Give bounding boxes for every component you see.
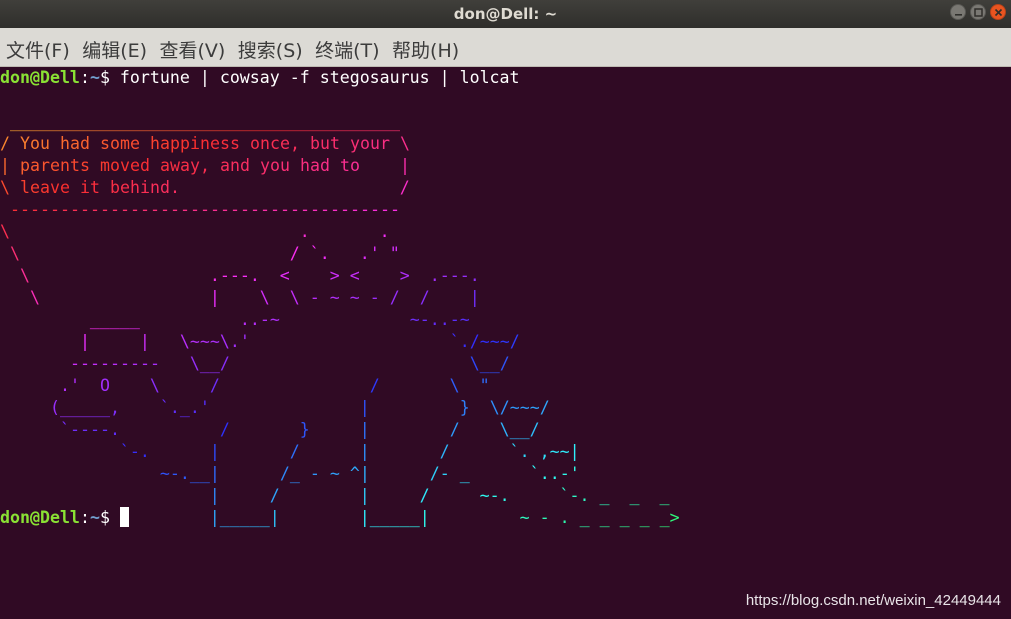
- output-line: | | \~~~\.' `./~~~/: [79, 332, 520, 351]
- prompt-colon: :: [79, 68, 90, 87]
- output-line: (_____, `._.' | } \/~~~/: [49, 398, 550, 417]
- output-line: .' O \ / / \ ": [59, 376, 490, 395]
- output-line: `----. / } | / \__/: [59, 420, 540, 439]
- output-line: | / | / ~-. `-. _ _ _: [209, 486, 670, 505]
- output-line: _____ ..-~ ~-..-~: [89, 310, 470, 329]
- output-line: _______________________________________: [10, 112, 400, 131]
- close-button[interactable]: [990, 4, 1006, 20]
- menu-help[interactable]: 帮助(H): [392, 36, 459, 63]
- window-title: don@Dell: ~: [453, 5, 558, 23]
- prompt-path: ~: [89, 68, 100, 87]
- maximize-icon: [974, 8, 983, 17]
- prompt-symbol: $: [99, 508, 120, 527]
- maximize-button[interactable]: [970, 4, 986, 20]
- output-line: \ .---. < > < > .---.: [19, 266, 480, 285]
- watermark: https://blog.csdn.net/weixin_42449444: [745, 592, 1001, 609]
- prompt-colon: :: [79, 508, 90, 527]
- output-line: | parents moved away, and you had to |: [0, 156, 410, 175]
- output-line: / You had some happiness once, but your …: [0, 134, 410, 153]
- output-line: ~-.__| /_ - ~ ^| /- _ `..-': [159, 464, 580, 483]
- command-text: fortune | cowsay -f stegosaurus | lolcat: [119, 68, 520, 87]
- prompt-line: don@Dell:~$: [0, 507, 129, 529]
- output-line: \ / `. .' ": [10, 244, 400, 263]
- output-line: `-. | / | / `. ,~~|: [119, 442, 580, 461]
- menu-search[interactable]: 搜索(S): [238, 36, 303, 63]
- menu-terminal[interactable]: 终端(T): [315, 36, 379, 63]
- output-line: \ leave it behind. /: [0, 178, 410, 197]
- prompt-userhost: don@Dell: [0, 68, 80, 87]
- output-line: \ | \ \ - ~ ~ - / / |: [29, 288, 480, 307]
- terminal-area[interactable]: don@Dell:~$ fortune | cowsay -f stegosau…: [0, 67, 1011, 619]
- prompt-userhost: don@Dell: [0, 508, 80, 527]
- text-cursor: [119, 507, 129, 527]
- prompt-symbol: $: [99, 68, 120, 87]
- output-line: \ . .: [0, 222, 390, 241]
- menu-view[interactable]: 查看(V): [160, 36, 226, 63]
- close-icon: [994, 8, 1003, 17]
- output-line: --------- \__/ \__/: [69, 354, 510, 373]
- menubar: 文件(F) 编辑(E) 查看(V) 搜索(S) 终端(T) 帮助(H): [0, 28, 1011, 67]
- command-line: don@Dell:~$ fortune | cowsay -f stegosau…: [0, 67, 520, 89]
- minimize-button[interactable]: [950, 4, 966, 20]
- menu-edit[interactable]: 编辑(E): [82, 36, 147, 63]
- window-titlebar[interactable]: don@Dell: ~: [0, 0, 1011, 28]
- menu-file[interactable]: 文件(F): [6, 36, 70, 63]
- prompt-path: ~: [89, 508, 100, 527]
- output-line: ---------------------------------------: [10, 200, 400, 219]
- minimize-icon: [955, 14, 962, 16]
